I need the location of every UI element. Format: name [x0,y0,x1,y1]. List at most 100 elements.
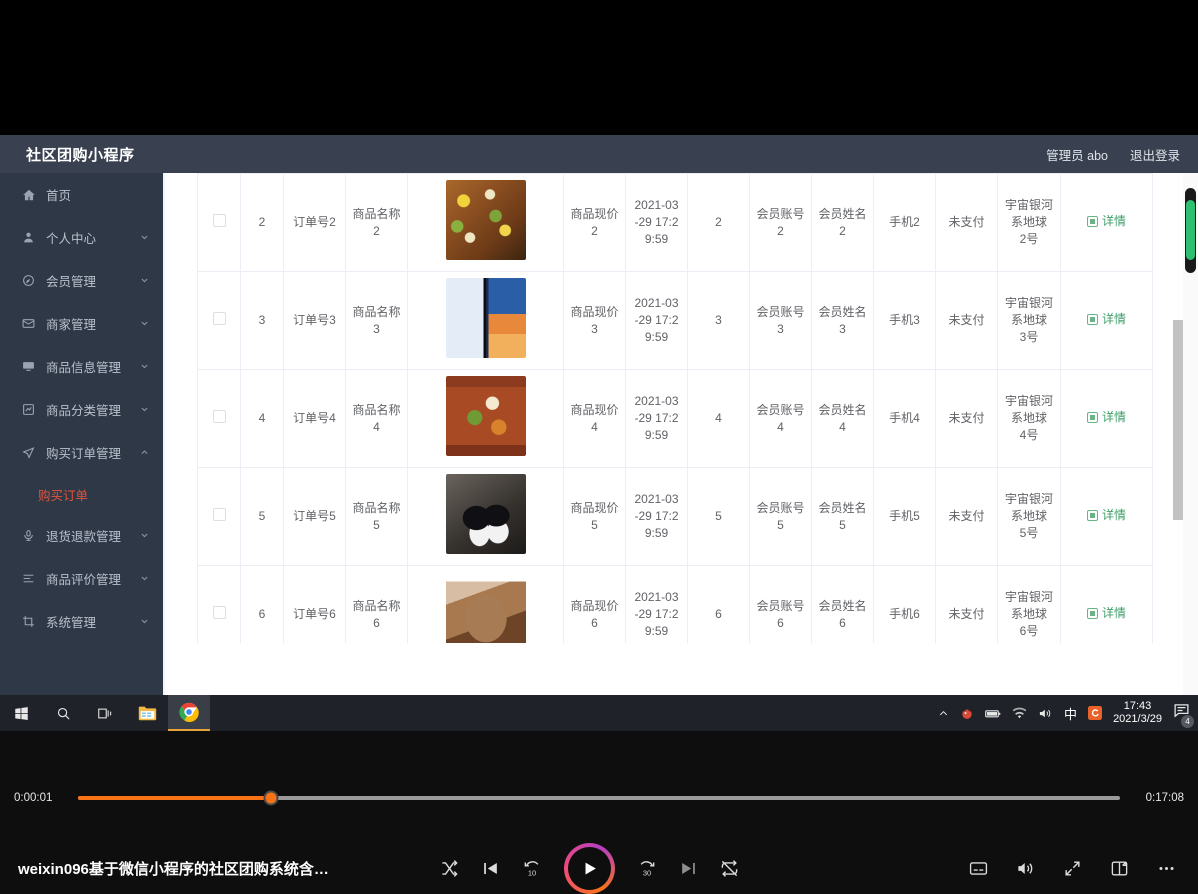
player-controls-row: weixin096基于微信小程序的社区团购系统含… 10 30 [0,841,1198,894]
repeat-off-icon[interactable] [720,859,739,878]
cell-actions[interactable]: 详情 [1060,271,1153,370]
sidebar-item-system-management[interactable]: 系统管理 [0,600,163,643]
row-select-cell[interactable] [197,369,241,468]
product-thumbnail[interactable] [445,474,526,554]
app-header: 社区团购小程序 管理员 abo 退出登录 [0,135,1198,173]
table-row[interactable]: 2 订单号2 商品名称 2 商品现价 2 2021-03 -29 17:2 9:59 2 会员账号 2… [197,173,1153,272]
cell-price: 商品现价 5 [563,467,626,566]
sidebar-subitem-purchase-order[interactable]: 购买订单 [0,474,163,514]
cell-actions[interactable]: 详情 [1060,369,1153,468]
subtitles-icon[interactable] [969,859,988,878]
wifi-icon[interactable] [1012,707,1027,720]
cell-actions[interactable]: 详情 [1060,173,1153,272]
cell-datetime: 2021-03 -29 17:2 9:59 [625,369,688,468]
chevron-down-icon [139,276,149,285]
row-checkbox[interactable] [212,507,226,521]
sidebar-item-product-review-management[interactable]: 商品评价管理 [0,557,163,600]
table-row[interactable]: 3 订单号3 商品名称 3 商品现价 3 2021-03 -29 17:2 9:59 3 会员账号 3… [197,271,1153,370]
cell-actions[interactable]: 详情 [1060,467,1153,566]
row-select-cell[interactable] [197,271,241,370]
sidebar-item-merchant-management[interactable]: 商家管理 [0,302,163,345]
sidebar-item-member-management[interactable]: 会员管理 [0,259,163,302]
row-checkbox[interactable] [212,311,226,325]
table-row[interactable]: 4 订单号4 商品名称 4 商品现价 4 2021-03 -29 17:2 9:59 4 会员账号 4… [197,369,1153,468]
page-scroll-thumb[interactable] [1185,188,1196,273]
product-thumbnail[interactable] [445,376,526,456]
row-checkbox[interactable] [212,409,226,423]
sidebar-item-product-category-management[interactable]: 商品分类管理 [0,388,163,431]
row-select-cell[interactable] [197,467,241,566]
battery-icon[interactable] [985,708,1001,719]
sidebar-item-return-refund-management[interactable]: 退货退款管理 [0,514,163,557]
action-center-button[interactable]: 4 [1173,702,1194,728]
row-select-cell[interactable] [197,565,241,643]
detail-button-label: 详情 [1101,214,1126,228]
task-view-button[interactable] [84,695,126,731]
cell-product-image[interactable] [407,369,564,468]
detail-button[interactable]: 详情 [1086,409,1126,426]
forward-30-icon[interactable]: 30 [637,858,657,878]
sidebar-item-label: 首页 [46,189,72,203]
product-thumbnail[interactable] [445,572,526,643]
row-checkbox[interactable] [212,605,226,619]
mini-player-icon[interactable] [1110,859,1129,878]
product-thumbnail[interactable] [445,180,526,260]
sidebar-item-product-info-management[interactable]: 商品信息管理 [0,345,163,388]
skip-previous-icon[interactable] [481,859,500,878]
detail-button[interactable]: 详情 [1086,213,1126,230]
seek-bar-handle[interactable] [263,790,279,806]
sidebar-item-personal-center[interactable]: 个人中心 [0,216,163,259]
cell-product-image[interactable] [407,565,564,643]
more-horizontal-icon[interactable] [1157,859,1176,878]
sidebar-item-label: 退货退款管理 [46,530,122,544]
document-icon [1086,412,1098,423]
rewind-10-icon[interactable]: 10 [522,858,542,878]
shuffle-icon[interactable] [440,859,459,878]
volume-icon[interactable] [1038,707,1053,720]
taskbar-clock[interactable]: 17:43 2021/3/29 [1113,700,1162,726]
cell-product-image[interactable] [407,467,564,566]
play-button[interactable] [564,842,615,894]
header-right-group: 管理员 abo 退出登录 [1046,145,1180,164]
cell-phone: 手机2 [873,173,936,272]
web-application: 社区团购小程序 管理员 abo 退出登录 首页 个人中心 会员管理 商家管理 商… [0,135,1198,695]
volume-icon[interactable] [1016,859,1035,878]
cell-id: 6 [240,565,284,643]
cell-price: 商品现价 3 [563,271,626,370]
table-row[interactable]: 5 订单号5 商品名称 5 商品现价 5 2021-03 -29 17:2 9:59 5 会员账号 5… [197,467,1153,566]
detail-button[interactable]: 详情 [1086,507,1126,524]
cell-product-image[interactable] [407,271,564,370]
chrome-button[interactable] [168,695,210,731]
antivirus-tray-icon[interactable] [960,706,974,720]
page-vertical-scrollbar[interactable] [1183,173,1198,695]
player-right-controls [969,841,1176,894]
app-title: 社区团购小程序 [26,146,135,164]
cell-price: 商品现价 6 [563,565,626,643]
cell-product-image[interactable] [407,173,564,272]
row-checkbox[interactable] [212,213,226,227]
start-button[interactable] [0,695,42,731]
sidebar-item-label: 会员管理 [46,275,97,289]
cell-quantity: 5 [687,467,750,566]
seek-bar-track[interactable] [78,790,1120,806]
fullscreen-icon[interactable] [1063,859,1082,878]
sidebar-item-home[interactable]: 首页 [0,173,163,216]
cell-order-no: 订单号2 [283,173,346,272]
show-hidden-icons-button[interactable] [938,708,949,719]
order-table-scroll-area[interactable]: 2 订单号2 商品名称 2 商品现价 2 2021-03 -29 17:2 9:59 2 会员账号 2… [197,173,1186,643]
search-button[interactable] [42,695,84,731]
detail-button[interactable]: 详情 [1086,605,1126,622]
cell-actions[interactable]: 详情 [1060,565,1153,643]
product-thumbnail[interactable] [445,278,526,358]
file-explorer-button[interactable] [126,695,168,731]
svg-text:10: 10 [528,869,536,878]
logout-link[interactable]: 退出登录 [1130,145,1180,164]
document-icon [1086,510,1098,521]
skip-next-icon[interactable] [679,859,698,878]
detail-button[interactable]: 详情 [1086,311,1126,328]
row-select-cell[interactable] [197,173,241,272]
sidebar-item-purchase-order-management[interactable]: 购买订单管理 [0,431,163,474]
table-row[interactable]: 6 订单号6 商品名称 6 商品现价 6 2021-03 -29 17:2 9:59 6 会员账号 6… [197,565,1153,643]
ime-indicator[interactable]: 中 [1064,704,1077,723]
sogou-input-icon[interactable] [1088,706,1103,720]
